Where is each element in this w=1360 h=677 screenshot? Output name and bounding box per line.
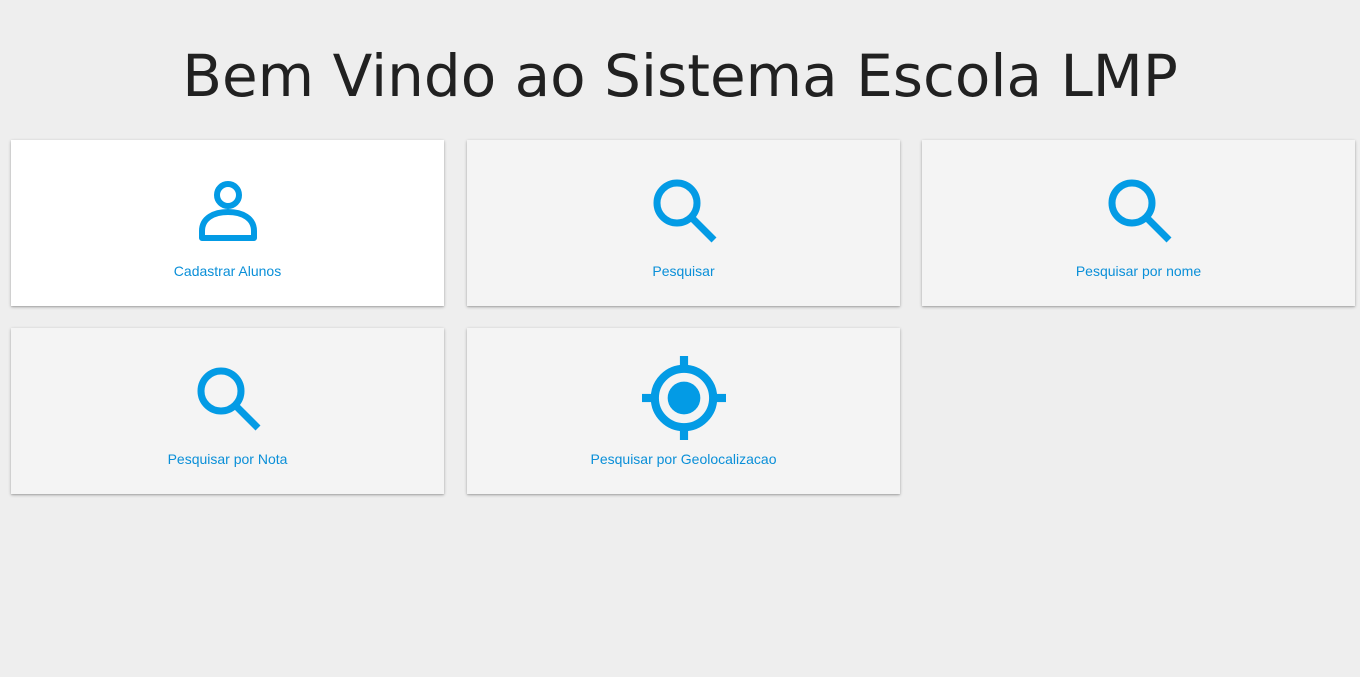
- cadastrar-alunos-card[interactable]: Cadastrar Alunos: [11, 140, 444, 306]
- card-label: Pesquisar por Nota: [167, 451, 288, 467]
- pesquisar-por-nota-card[interactable]: Pesquisar por Nota: [11, 328, 444, 494]
- card-label: Cadastrar Alunos: [173, 263, 282, 279]
- card-label: Pesquisar por nome: [1075, 263, 1202, 279]
- pesquisar-por-geolocalizacao-card[interactable]: Pesquisar por Geolocalizacao: [467, 328, 900, 494]
- search-icon: [1103, 174, 1175, 246]
- card-label: Pesquisar por Geolocalizacao: [590, 451, 777, 467]
- pesquisar-card[interactable]: Pesquisar: [467, 140, 900, 306]
- card-label: Pesquisar: [652, 263, 715, 279]
- page-title: Bem Vindo ao Sistema Escola LMP: [182, 42, 1178, 110]
- search-icon: [192, 362, 264, 434]
- person-icon: [192, 174, 264, 246]
- gps-target-icon: [641, 356, 726, 440]
- pesquisar-por-nome-card[interactable]: Pesquisar por nome: [922, 140, 1355, 306]
- search-icon: [648, 174, 720, 246]
